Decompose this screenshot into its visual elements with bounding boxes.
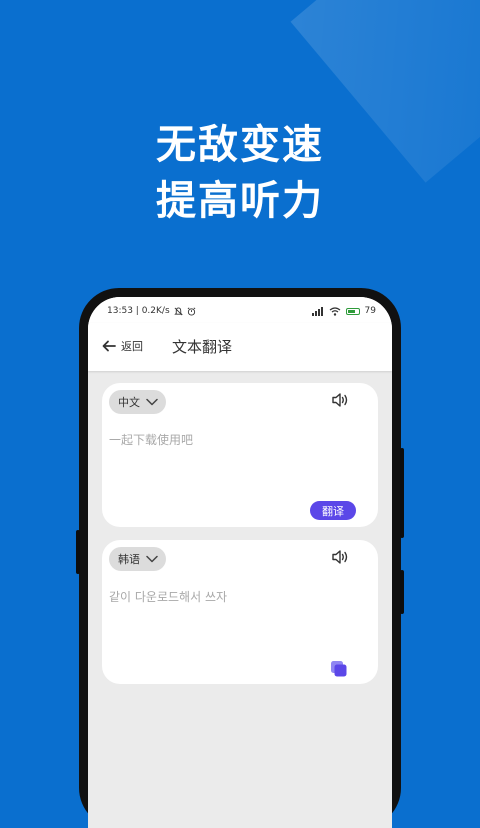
source-text-input[interactable]: 一起下载使用吧: [109, 431, 193, 448]
target-card: 韩语 같이 다운로드해서 쓰자: [102, 540, 378, 684]
battery-percent: 79: [364, 306, 376, 316]
speaker-icon[interactable]: [332, 550, 350, 564]
speaker-icon[interactable]: [332, 393, 350, 407]
status-bar: 13:53 | 0.2K/s 79: [88, 297, 392, 323]
translated-text: 같이 다운로드해서 쓰자: [109, 590, 228, 604]
source-language-label: 中文: [118, 396, 140, 409]
promo-headline-line2: 提高听力: [156, 178, 324, 224]
page-title: 文本翻译: [172, 338, 233, 356]
source-language-select[interactable]: 中文: [109, 390, 166, 414]
chevron-down-icon: [146, 555, 158, 563]
signal-icon: [311, 306, 323, 316]
chevron-down-icon: [146, 398, 158, 406]
phone-frame: 13:53 | 0.2K/s 79 返回 文本翻译 中文 一起下载使用吧 翻译 …: [76, 288, 404, 828]
wifi-icon: [329, 306, 340, 316]
app-bar: 返回 文本翻译: [88, 323, 392, 371]
mute-bell-icon: [173, 306, 183, 315]
battery-icon: [345, 307, 360, 315]
back-label: 返回: [121, 340, 143, 353]
phone-side-button: [76, 530, 80, 574]
phone-screen: 13:53 | 0.2K/s 79 返回 文本翻译 中文 一起下载使用吧 翻译 …: [88, 297, 392, 828]
target-language-label: 韩语: [118, 553, 140, 566]
translate-button[interactable]: 翻译: [310, 501, 356, 520]
target-language-select[interactable]: 韩语: [109, 547, 166, 571]
phone-side-button: [400, 570, 404, 614]
alarm-icon: [187, 307, 195, 316]
source-card: 中文 一起下载使用吧 翻译: [102, 383, 378, 527]
phone-side-button: [400, 448, 404, 538]
arrow-left-icon: [102, 340, 116, 352]
back-button[interactable]: 返回: [102, 338, 143, 354]
status-time: 13:53 | 0.2K/s: [107, 306, 170, 316]
promo-headline-line1: 无敌变速: [156, 122, 324, 168]
copy-icon[interactable]: [330, 660, 348, 678]
